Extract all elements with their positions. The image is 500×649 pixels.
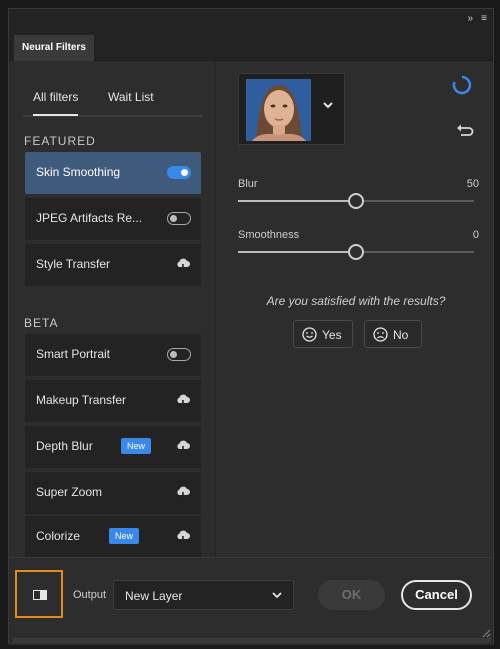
blur-label: Blur — [238, 178, 258, 190]
filter-label: Makeup Transfer — [36, 393, 127, 407]
cancel-button[interactable]: Cancel — [401, 580, 472, 610]
filter-label: Smart Portrait — [36, 347, 111, 361]
cloud-download-icon[interactable] — [175, 393, 191, 407]
filters-list-pane: All filters Wait List FEATURED Skin Smoo… — [9, 61, 216, 558]
show-original-button[interactable] — [15, 570, 63, 618]
tab-all-filters[interactable]: All filters — [33, 90, 79, 116]
filter-smart-portrait[interactable]: Smart Portrait — [25, 334, 201, 376]
output-label: Output — [73, 589, 107, 601]
panel-titlebar: » ≡ — [9, 9, 493, 27]
cloud-download-icon[interactable] — [175, 485, 191, 499]
filter-label: Style Transfer — [36, 257, 111, 271]
slider-thumb[interactable] — [348, 193, 364, 209]
filter-label: JPEG Artifacts Re... — [36, 211, 143, 225]
toggle-knob — [170, 215, 177, 222]
feedback-question: Are you satisfied with the results? — [266, 294, 446, 308]
feedback-yes-button[interactable]: Yes — [293, 320, 353, 348]
reset-icon[interactable] — [456, 122, 474, 138]
output-value: New Layer — [125, 589, 183, 603]
blur-slider[interactable] — [238, 193, 474, 209]
filter-super-zoom[interactable]: Super Zoom — [25, 472, 201, 514]
slider-fill — [238, 200, 356, 202]
progress-spinner-icon — [452, 75, 472, 95]
filter-label: Colorize — [36, 529, 81, 543]
smart-portrait-toggle[interactable] — [167, 348, 191, 361]
smiley-sad-icon — [373, 327, 388, 342]
jpeg-artifacts-toggle[interactable] — [167, 212, 191, 225]
filter-colorize[interactable]: Colorize New — [25, 516, 201, 558]
portrait-thumbnail — [246, 79, 311, 141]
filter-label: Super Zoom — [36, 485, 103, 499]
smoothness-label: Smoothness — [238, 229, 300, 241]
collapse-icon[interactable]: » — [467, 13, 472, 24]
cloud-download-icon[interactable] — [175, 257, 191, 271]
filter-label: Depth Blur — [36, 439, 93, 453]
panel-menu-icon[interactable]: ≡ — [481, 13, 487, 24]
section-featured: FEATURED — [24, 134, 96, 148]
cloud-download-icon[interactable] — [175, 529, 191, 543]
yes-label: Yes — [322, 328, 342, 342]
blur-value: 50 — [466, 178, 479, 190]
output-select[interactable]: New Layer — [113, 580, 294, 610]
slider-fill — [238, 251, 356, 253]
skin-smoothing-toggle[interactable] — [167, 166, 191, 179]
resize-grip-icon[interactable] — [481, 628, 491, 638]
smoothness-slider[interactable] — [238, 244, 474, 260]
filter-label: Skin Smoothing — [36, 165, 121, 179]
chevron-down-icon — [272, 592, 282, 599]
smiley-happy-icon — [302, 327, 317, 342]
filter-jpeg-artifacts[interactable]: JPEG Artifacts Re... — [25, 198, 201, 240]
new-badge: New — [109, 528, 140, 544]
slider-thumb[interactable] — [348, 244, 364, 260]
filter-settings-pane: Blur 50 Smoothness 0 Are you satisfied w… — [217, 61, 495, 557]
horizontal-scrollbar[interactable] — [13, 638, 491, 643]
chevron-down-icon[interactable] — [321, 98, 335, 112]
tab-neural-filters[interactable]: Neural Filters — [14, 35, 94, 61]
reference-image-picker[interactable] — [238, 73, 345, 145]
filter-skin-smoothing[interactable]: Skin Smoothing — [25, 152, 201, 194]
panel-footer: Output New Layer OK Cancel — [9, 557, 493, 645]
tab-wait-list[interactable]: Wait List — [108, 90, 154, 104]
toggle-knob — [170, 351, 177, 358]
cloud-download-icon[interactable] — [175, 439, 191, 453]
split-view-icon — [33, 590, 47, 600]
no-label: No — [393, 328, 409, 342]
filter-depth-blur[interactable]: Depth Blur New — [25, 426, 201, 468]
toggle-knob — [181, 169, 188, 176]
smoothness-value: 0 — [472, 229, 479, 241]
filter-style-transfer[interactable]: Style Transfer — [25, 244, 201, 286]
filter-makeup-transfer[interactable]: Makeup Transfer — [25, 380, 201, 422]
feedback-no-button[interactable]: No — [364, 320, 422, 348]
tab-strip: Neural Filters — [9, 27, 493, 61]
ok-button[interactable]: OK — [318, 580, 385, 610]
neural-filters-panel: » ≡ Neural Filters All filters Wait List… — [8, 8, 495, 645]
section-beta: BETA — [24, 316, 59, 330]
new-badge: New — [121, 438, 152, 454]
filter-tabs: All filters Wait List — [23, 87, 203, 117]
